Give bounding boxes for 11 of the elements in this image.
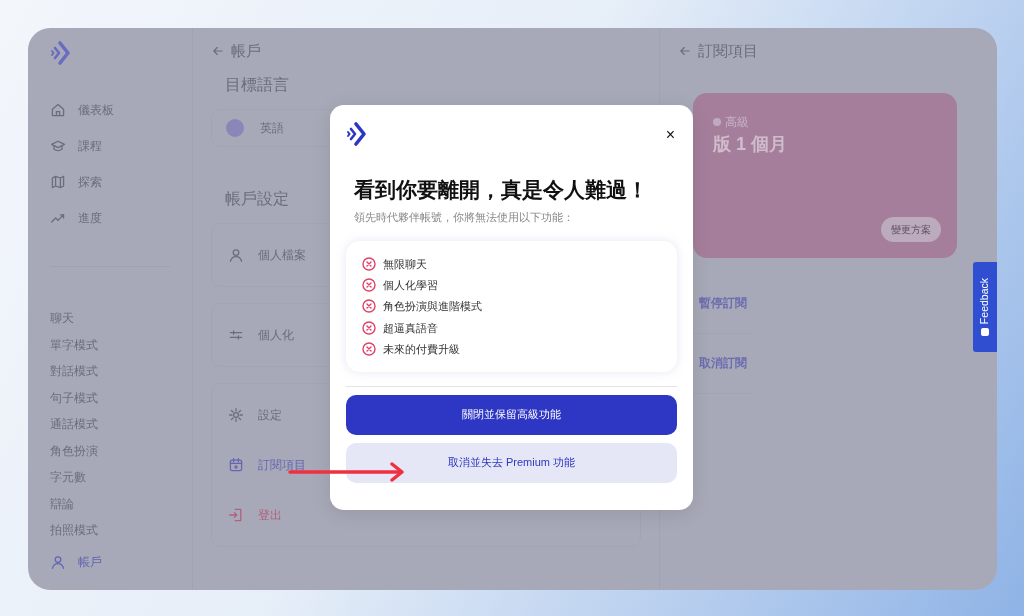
feature-item: 無限聊天 xyxy=(383,256,427,272)
dialog-subtitle: 領先時代夥伴帳號，你將無法使用以下功能： xyxy=(354,209,575,225)
panel-title: 帳戶 xyxy=(231,41,261,61)
section-heading: 帳戶設定 xyxy=(225,188,289,209)
feature-item: 個人化學習 xyxy=(383,277,438,293)
panel-title: 訂閱項目 xyxy=(698,41,758,61)
dialog-title: 看到你要離開，真是令人難過！ xyxy=(354,177,649,203)
feature-item: 超逼真語音 xyxy=(383,320,438,336)
feature-item: 未來的付費升級 xyxy=(383,341,460,357)
plan-name: 版 1 個月 xyxy=(713,132,788,156)
feature-item: 角色扮演與進階模式 xyxy=(383,299,482,315)
